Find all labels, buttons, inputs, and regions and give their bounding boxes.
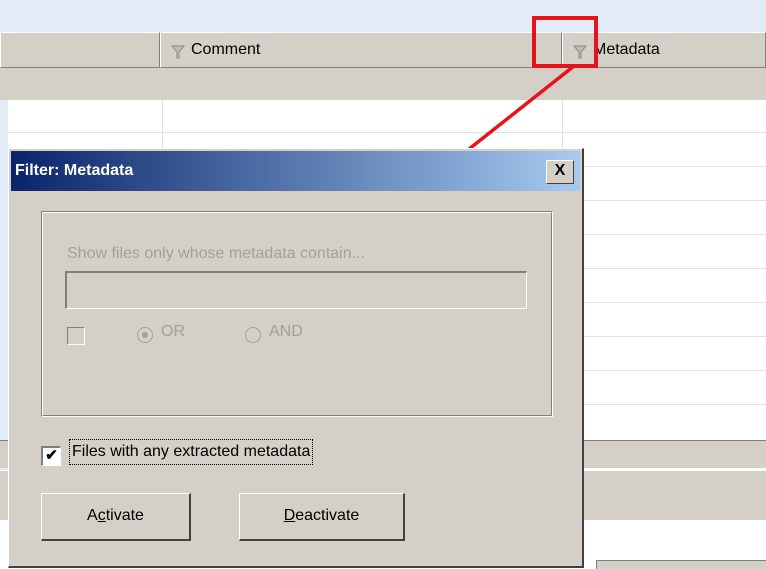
- dialog-title: Filter: Metadata: [15, 162, 134, 179]
- filter-dialog: Filter: Metadata X Show files only whose…: [8, 148, 584, 568]
- match-option-checkbox[interactable]: [67, 327, 85, 345]
- radio-and-label: AND: [269, 323, 303, 340]
- metadata-search-input[interactable]: [65, 271, 527, 309]
- extracted-metadata-label[interactable]: Files with any extracted metadata: [69, 439, 314, 465]
- radio-or-label: OR: [161, 323, 185, 340]
- radio-and[interactable]: [245, 327, 261, 343]
- radio-or[interactable]: [137, 327, 153, 343]
- dialog-titlebar[interactable]: Filter: Metadata X: [11, 151, 580, 191]
- extracted-metadata-checkbox[interactable]: ✔: [41, 446, 61, 466]
- deactivate-button[interactable]: Deactivate: [239, 493, 405, 541]
- screenshot: Comment Metadata Filter: Metadata X Show…: [0, 0, 766, 569]
- close-button[interactable]: X: [546, 160, 574, 184]
- activate-button[interactable]: Activate: [41, 493, 191, 541]
- metadata-filter-group: Show files only whose metadata contain..…: [41, 211, 553, 417]
- filter-prompt-label: Show files only whose metadata contain..…: [67, 245, 365, 262]
